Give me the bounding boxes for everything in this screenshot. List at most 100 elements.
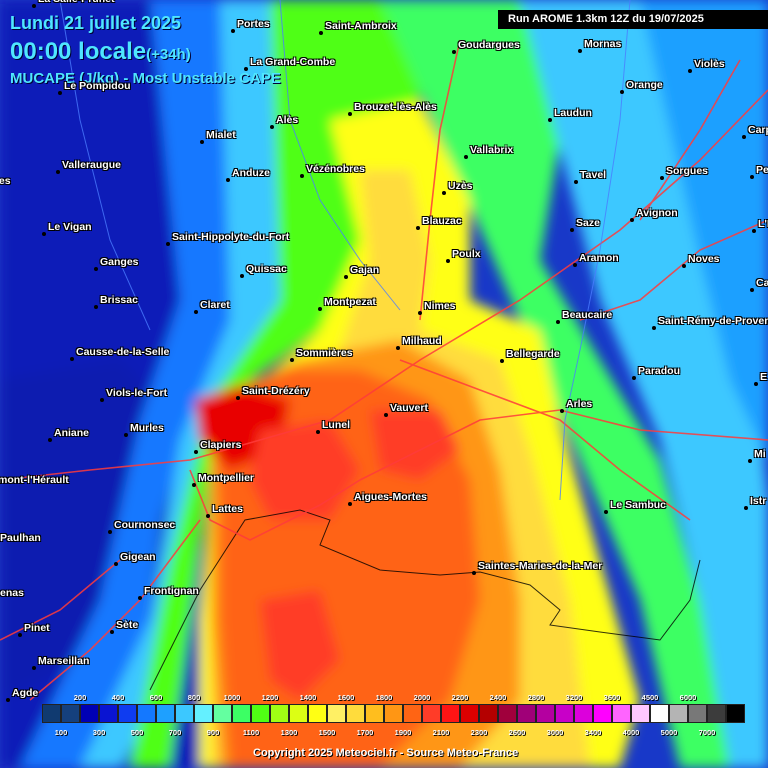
field-title: MUCAPE (J/kg) - Most Unstable CAPE (10, 70, 281, 87)
city-marker (108, 530, 112, 534)
city-label: Arles (566, 398, 593, 410)
city-marker (556, 320, 560, 324)
city-label: Goudargues (458, 39, 520, 51)
legend-swatch (80, 704, 99, 723)
city-label: Brissac (100, 294, 138, 306)
city-marker (194, 310, 198, 314)
legend-bottom-tick: 3400 (584, 728, 602, 737)
city-label: Aramon (579, 252, 619, 264)
legend-top-tick: 4500 (641, 693, 659, 702)
city-label: Pinet (24, 622, 50, 634)
legend-bottom-tick: 4000 (622, 728, 640, 737)
legend-top-tick: 600 (149, 693, 163, 702)
city-marker (560, 409, 564, 413)
city-label: Lunel (322, 419, 350, 431)
city-marker (573, 263, 577, 267)
city-marker (660, 176, 664, 180)
city-marker (316, 430, 320, 434)
legend-bottom-tick: 5000 (660, 728, 678, 737)
legend-bottom-tick: 100 (54, 728, 68, 737)
city-label: Anduze (232, 167, 270, 179)
city-label: Mi (754, 448, 766, 460)
city-marker (744, 506, 748, 510)
city-label: Ganges (100, 256, 139, 268)
legend-top-tick: 6000 (679, 693, 697, 702)
city-label: Agde (12, 687, 39, 699)
city-marker (194, 450, 198, 454)
legend-swatch (270, 704, 289, 723)
city-label: Tavel (580, 169, 607, 181)
city-label: Milhaud (402, 335, 442, 347)
city-marker (752, 229, 756, 233)
legend-bottom-tick: 2300 (470, 728, 488, 737)
city-marker (32, 666, 36, 670)
legend-bottom-tick: 300 (92, 728, 106, 737)
legend-swatch (346, 704, 365, 723)
city-marker (472, 571, 476, 575)
city-label: La Grand-Combe (250, 56, 336, 68)
legend-swatch (118, 704, 137, 723)
city-marker (240, 274, 244, 278)
legend-top-tick: 2200 (451, 693, 469, 702)
city-marker (318, 307, 322, 311)
legend-swatch (726, 704, 745, 723)
city-marker (226, 178, 230, 182)
city-label: Montpezat (324, 296, 376, 308)
city-marker (574, 180, 578, 184)
city-marker (384, 413, 388, 417)
color-legend (42, 704, 745, 723)
city-label: Viols-le-Fort (106, 387, 168, 399)
city-label: Vallabrix (470, 144, 514, 156)
city-marker (319, 31, 323, 35)
city-label: Saint-Rémy-de-Provence (658, 315, 768, 327)
copyright: Copyright 2025 Meteociel.fr - Source Met… (253, 747, 519, 759)
city-label: Mornas (584, 38, 622, 50)
city-label: Violès (694, 58, 725, 70)
city-label: Nimes (424, 300, 456, 312)
legend-swatch (479, 704, 498, 723)
city-label: E (760, 371, 768, 383)
city-marker (452, 50, 456, 54)
city-label: Ca (756, 277, 768, 289)
legend-swatch (707, 704, 726, 723)
legend-bottom-tick: 1700 (356, 728, 374, 737)
city-label: Carp (748, 124, 768, 136)
map-view[interactable]: Lundi 21 juillet 2025 00:00 locale(+34h)… (0, 0, 768, 768)
city-marker (464, 155, 468, 159)
city-marker (94, 305, 98, 309)
city-label: Frontignan (144, 585, 199, 597)
city-label: Laudun (554, 107, 592, 119)
legend-swatch (422, 704, 441, 723)
city-marker (138, 596, 142, 600)
city-marker (114, 562, 118, 566)
city-marker (48, 438, 52, 442)
city-marker (200, 140, 204, 144)
city-label: Sète (116, 619, 139, 631)
city-label: Causse-de-la-Selle (76, 346, 170, 358)
city-marker (166, 242, 170, 246)
legend-bottom-tick: 7000 (698, 728, 716, 737)
city-label: Istr (750, 495, 767, 507)
legend-swatch (593, 704, 612, 723)
city-marker (750, 175, 754, 179)
city-marker (58, 91, 62, 95)
city-label: Gajan (350, 264, 380, 276)
city-marker (630, 218, 634, 222)
legend-swatch (688, 704, 707, 723)
city-label: Portes (237, 18, 270, 30)
legend-bottom-tick: 2100 (432, 728, 450, 737)
legend-bottom-tick: 1900 (394, 728, 412, 737)
city-label: Sorgues (666, 165, 709, 177)
city-marker (688, 69, 692, 73)
legend-swatch (137, 704, 156, 723)
city-label: Valleraugue (62, 159, 121, 171)
city-label: Paulhan (0, 532, 41, 544)
legend-swatch (517, 704, 536, 723)
city-label: Noves (688, 253, 720, 265)
city-marker (300, 174, 304, 178)
legend-top-tick: 3200 (565, 693, 583, 702)
legend-bottom-tick: 700 (168, 728, 182, 737)
city-marker (632, 376, 636, 380)
city-label: L'I (758, 218, 768, 230)
city-label: Clapiers (200, 439, 242, 451)
